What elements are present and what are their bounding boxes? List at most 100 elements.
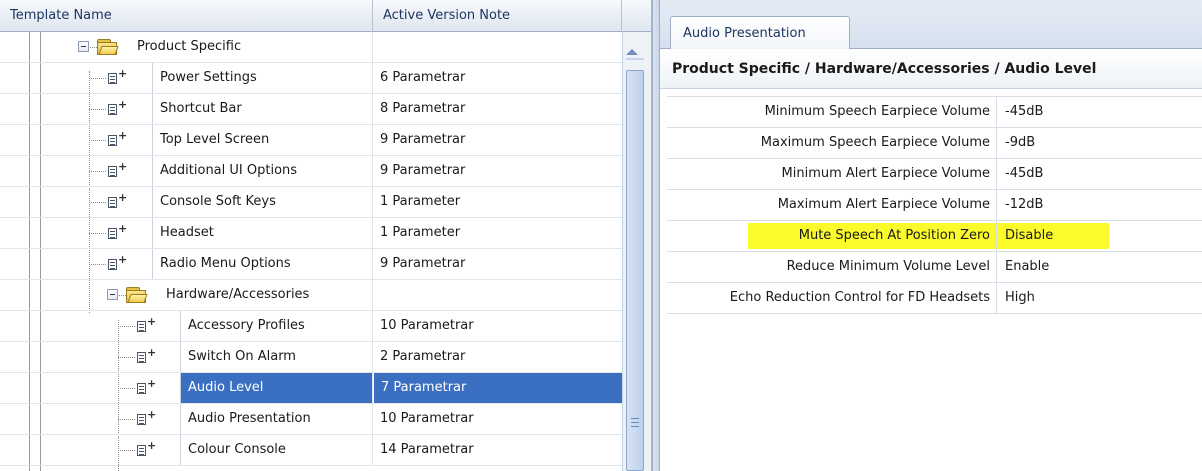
tree-item-version-note: 8 Parametrar — [380, 101, 466, 116]
folder-open-icon — [97, 39, 119, 55]
tree-row[interactable]: + Audio Presentation 10 Parametrar — [0, 404, 622, 435]
tree-item-label: Headset — [152, 218, 214, 248]
tree-connector — [119, 295, 126, 296]
tree-cell-name: + Shortcut Bar — [0, 94, 373, 124]
tree-cell-name: Product Specific — [0, 32, 373, 62]
tree-item-label: Switch On Alarm — [180, 342, 296, 372]
tree-row[interactable]: + Accessory Profiles 10 Parametrar — [0, 311, 622, 342]
column-header-active-version-note[interactable]: Active Version Note — [373, 0, 622, 32]
tree-vertical-scrollbar[interactable] — [622, 32, 651, 471]
tree-item-version-note: 7 Parametrar — [373, 373, 622, 403]
pane-splitter[interactable] — [652, 0, 660, 471]
tree-cell-name: + Additional UI Options — [0, 156, 373, 186]
collapse-toggle-icon[interactable] — [78, 41, 89, 52]
tree-row[interactable]: + Radio Menu Options 9 Parametrar — [0, 249, 622, 280]
tree-cell-name: + Console Soft Keys — [0, 187, 373, 217]
property-row[interactable]: Maximum Alert Earpiece Volume -12dB — [667, 190, 1202, 221]
template-tree-grid: Template Name Active Version Note Produc… — [0, 0, 652, 471]
scroll-thumb[interactable] — [626, 70, 644, 471]
tree-item-label: Top Level Screen — [152, 125, 269, 155]
property-row[interactable]: Echo Reduction Control for FD Headsets Hi… — [667, 283, 1202, 314]
property-section-title: Product Specific / Hardware/Accessories … — [660, 49, 1202, 89]
template-document-icon: + — [137, 440, 156, 457]
property-value[interactable]: -12dB — [999, 190, 1202, 220]
tree-item-version-note: 9 Parametrar — [380, 256, 466, 271]
tree-row[interactable]: + Console Soft Keys 1 Parameter — [0, 187, 622, 218]
tree-item-label: Shortcut Bar — [152, 94, 242, 124]
folder-open-icon — [126, 287, 148, 303]
tree-item-label: Product Specific — [137, 39, 242, 54]
template-document-icon: + — [108, 223, 127, 240]
template-document-icon: + — [137, 347, 156, 364]
tree-item-version-note — [373, 32, 622, 62]
collapse-toggle-icon[interactable] — [107, 289, 118, 300]
tree-row[interactable]: + Colour Console 14 Parametrar — [0, 435, 622, 466]
tree-connector — [89, 233, 106, 234]
tree-row[interactable]: + Headset 1 Parameter — [0, 218, 622, 249]
tree-item-label: Power Settings — [152, 63, 257, 93]
tree-cell-name: + Headset — [0, 218, 373, 248]
template-document-icon: + — [137, 316, 156, 333]
tree-row[interactable]: Hardware/Accessories — [0, 280, 622, 311]
tree-item-label: Audio Level — [180, 373, 372, 403]
template-document-icon: + — [108, 161, 127, 178]
tree-connector — [89, 78, 106, 79]
tree-row[interactable]: + Switch On Alarm 2 Parametrar — [0, 342, 622, 373]
tree-connector — [118, 419, 135, 420]
tree-cell-name: + Top Level Screen — [0, 125, 373, 155]
property-name: Minimum Speech Earpiece Volume — [667, 97, 997, 127]
tree-connector — [89, 109, 106, 110]
tree-item-label: Accessory Profiles — [180, 311, 305, 341]
property-value[interactable]: -9dB — [999, 128, 1202, 158]
property-row[interactable]: Minimum Alert Earpiece Volume -45dB — [667, 159, 1202, 190]
template-document-icon: + — [137, 378, 156, 395]
tab-audio-presentation[interactable]: Audio Presentation — [670, 16, 850, 50]
column-header-template-name[interactable]: Template Name — [0, 0, 373, 32]
template-document-icon: + — [108, 99, 127, 116]
scroll-up-arrow-icon[interactable] — [626, 49, 638, 55]
property-value[interactable]: Enable — [999, 252, 1202, 282]
tree-item-version-note — [373, 280, 622, 310]
property-row[interactable]: Maximum Speech Earpiece Volume -9dB — [667, 128, 1202, 159]
scroll-grip-icon — [631, 418, 639, 427]
property-name: Minimum Alert Earpiece Volume — [667, 159, 997, 189]
template-document-icon: + — [108, 68, 127, 85]
tree-cell-name: + Accessory Profiles — [0, 311, 373, 341]
property-row[interactable]: Reduce Minimum Volume Level Enable — [667, 252, 1202, 283]
tree-rows: Product Specific + Power Settings 6 Paramet… — [0, 32, 622, 466]
tree-item-label: Additional UI Options — [152, 156, 297, 186]
tree-row[interactable]: + Top Level Screen 9 Parametrar — [0, 125, 622, 156]
tree-row[interactable]: + Power Settings 6 Parametrar — [0, 63, 622, 94]
tree-connector — [118, 326, 135, 327]
tree-cell-name: + Power Settings — [0, 63, 373, 93]
property-value[interactable]: -45dB — [999, 97, 1202, 127]
tree-connector — [89, 171, 106, 172]
tree-item-version-note: 6 Parametrar — [380, 70, 466, 85]
tree-cell-name: + Colour Console — [0, 435, 373, 465]
property-pane: Audio Presentation Product Specific / Ha… — [660, 0, 1202, 471]
tree-item-version-note: 1 Parameter — [380, 194, 461, 209]
property-name: Mute Speech At Position Zero — [667, 221, 997, 251]
tree-connector — [89, 140, 106, 141]
tree-cell-name: + Switch On Alarm — [0, 342, 373, 372]
tree-item-label: Console Soft Keys — [152, 187, 276, 217]
tree-item-label: Colour Console — [180, 435, 286, 465]
property-value[interactable]: Disable — [999, 221, 1202, 251]
property-value[interactable]: High — [999, 283, 1202, 313]
tree-connector — [118, 450, 135, 451]
tree-item-label: Hardware/Accessories — [166, 287, 310, 302]
tree-grid-header: Template Name Active Version Note — [0, 0, 651, 32]
tree-row[interactable]: + Audio Level 7 Parametrar — [0, 373, 622, 404]
property-name: Echo Reduction Control for FD Headsets — [667, 283, 997, 313]
template-document-icon: + — [108, 130, 127, 147]
tree-item-label: Audio Presentation — [180, 404, 311, 434]
tree-row[interactable]: + Additional UI Options 9 Parametrar — [0, 156, 622, 187]
tree-item-label: Radio Menu Options — [152, 249, 291, 279]
property-row[interactable]: Minimum Speech Earpiece Volume -45dB — [667, 97, 1202, 128]
tree-row[interactable]: + Shortcut Bar 8 Parametrar — [0, 94, 622, 125]
property-value[interactable]: -45dB — [999, 159, 1202, 189]
property-row[interactable]: Mute Speech At Position Zero Disable — [667, 221, 1202, 252]
tree-row[interactable]: Product Specific — [0, 32, 622, 63]
tree-connector — [118, 388, 135, 389]
tree-item-version-note: 2 Parametrar — [380, 349, 466, 364]
